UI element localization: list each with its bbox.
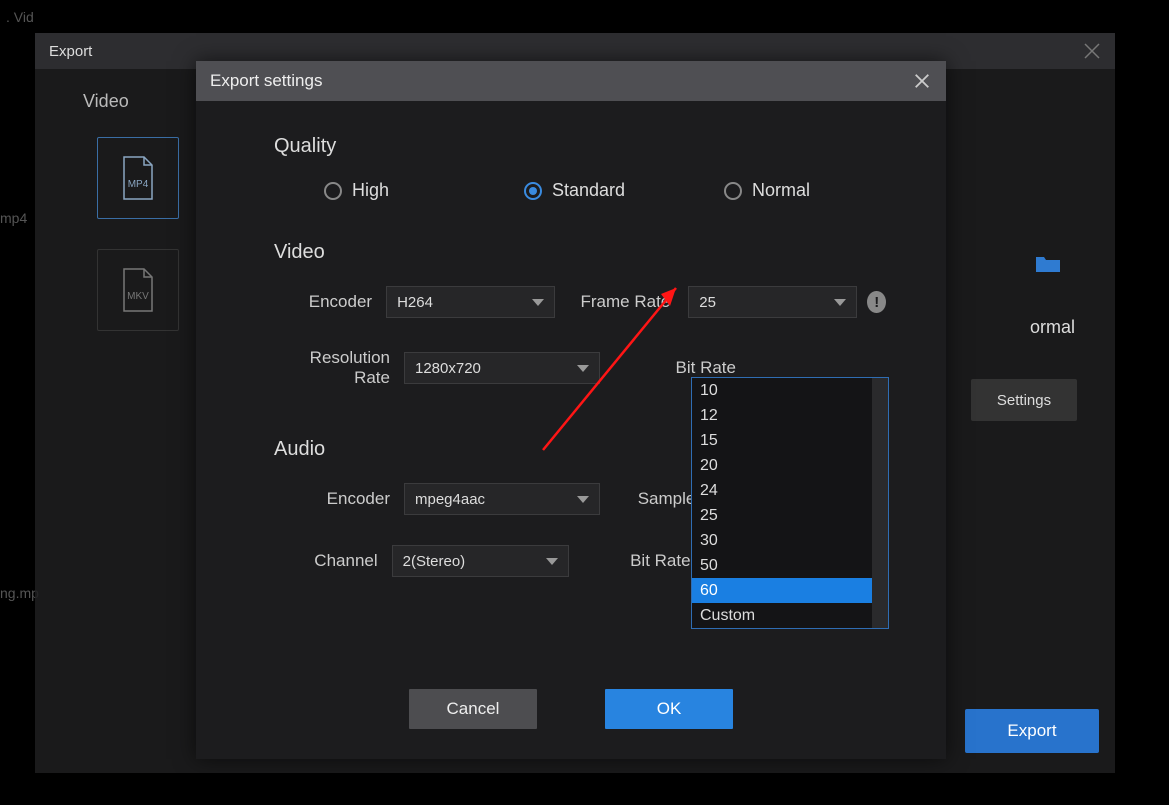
audio-encoder-value: mpeg4aac: [415, 491, 485, 508]
bg-mp4-ext: mp4: [0, 210, 27, 226]
framerate-dropdown[interactable]: 101215202425305060Custom: [691, 377, 889, 629]
framerate-option[interactable]: Custom: [692, 603, 872, 628]
quality-normal-label: Normal: [752, 180, 810, 201]
video-encoder-label: Encoder: [274, 292, 386, 312]
scrollbar-thumb[interactable]: [872, 378, 888, 508]
quality-high-label: High: [352, 180, 389, 201]
framerate-option[interactable]: 15: [692, 428, 872, 453]
file-mp4-icon: MP4: [120, 155, 156, 201]
framerate-option[interactable]: 24: [692, 478, 872, 503]
framerate-option[interactable]: 30: [692, 528, 872, 553]
format-tile-mkv[interactable]: MKV: [97, 249, 179, 331]
framerate-select[interactable]: 25: [688, 286, 857, 318]
sidebar-title-video: Video: [83, 91, 129, 112]
ok-button[interactable]: OK: [605, 689, 733, 729]
audio-encoder-label: Encoder: [274, 489, 404, 509]
svg-text:MP4: MP4: [128, 179, 149, 190]
quality-standard[interactable]: Standard: [524, 180, 724, 201]
framerate-option[interactable]: 50: [692, 553, 872, 578]
video-bitrate-label: Bit Rate: [600, 358, 754, 378]
export-settings-dialog: Export settings Quality High Standard No…: [196, 61, 946, 759]
bg-vid-label: . Vid: [6, 9, 34, 25]
radio-icon: [524, 182, 542, 200]
channel-value: 2(Stereo): [403, 553, 466, 570]
section-quality: Quality: [274, 135, 886, 158]
framerate-option[interactable]: 60: [692, 578, 872, 603]
chevron-down-icon: [532, 299, 544, 306]
framerate-value: 25: [699, 294, 716, 311]
chevron-down-icon: [577, 365, 589, 372]
settings-titlebar: Export settings: [196, 61, 946, 101]
framerate-option[interactable]: 12: [692, 403, 872, 428]
framerate-option[interactable]: 25: [692, 503, 872, 528]
format-tile-mp4[interactable]: MP4: [97, 137, 179, 219]
bg-ngmp-ext: ng.mp: [0, 585, 39, 601]
quality-normal[interactable]: Normal: [724, 180, 810, 201]
audio-bitrate-label: Bit Rate: [569, 551, 709, 571]
export-close-icon[interactable]: [1083, 42, 1101, 60]
resolution-label: Resolution Rate: [274, 348, 404, 388]
scroll-up-icon[interactable]: [874, 381, 886, 391]
audio-encoder-select[interactable]: mpeg4aac: [404, 483, 600, 515]
section-video: Video: [274, 241, 886, 264]
framerate-label: Frame Rate: [555, 292, 688, 312]
framerate-info-icon[interactable]: !: [867, 291, 886, 313]
scroll-down-icon[interactable]: [874, 615, 886, 625]
file-mkv-icon: MKV: [120, 267, 156, 313]
scrollbar-track[interactable]: [872, 378, 888, 628]
framerate-option[interactable]: 10: [692, 378, 872, 403]
framerate-option[interactable]: 20: [692, 453, 872, 478]
video-encoder-select[interactable]: H264: [386, 286, 555, 318]
svg-text:MKV: MKV: [127, 291, 149, 302]
radio-icon: [724, 182, 742, 200]
radio-icon: [324, 182, 342, 200]
chevron-down-icon: [834, 299, 846, 306]
resolution-select[interactable]: 1280x720: [404, 352, 600, 384]
folder-icon[interactable]: [1035, 254, 1061, 274]
resolution-value: 1280x720: [415, 360, 481, 377]
chevron-down-icon: [546, 558, 558, 565]
bg-export-button[interactable]: Export: [965, 709, 1099, 753]
close-icon: [913, 72, 931, 90]
bg-settings-button[interactable]: Settings: [971, 379, 1077, 421]
quality-standard-label: Standard: [552, 180, 625, 201]
settings-title: Export settings: [210, 71, 322, 91]
channel-label: Channel: [274, 551, 392, 571]
channel-select[interactable]: 2(Stereo): [392, 545, 569, 577]
quality-high[interactable]: High: [324, 180, 524, 201]
cancel-button[interactable]: Cancel: [409, 689, 537, 729]
bg-quality-normal: ormal: [1030, 317, 1075, 338]
settings-close-button[interactable]: [912, 71, 932, 91]
chevron-down-icon: [577, 496, 589, 503]
video-encoder-value: H264: [397, 294, 433, 311]
export-title: Export: [49, 43, 92, 60]
